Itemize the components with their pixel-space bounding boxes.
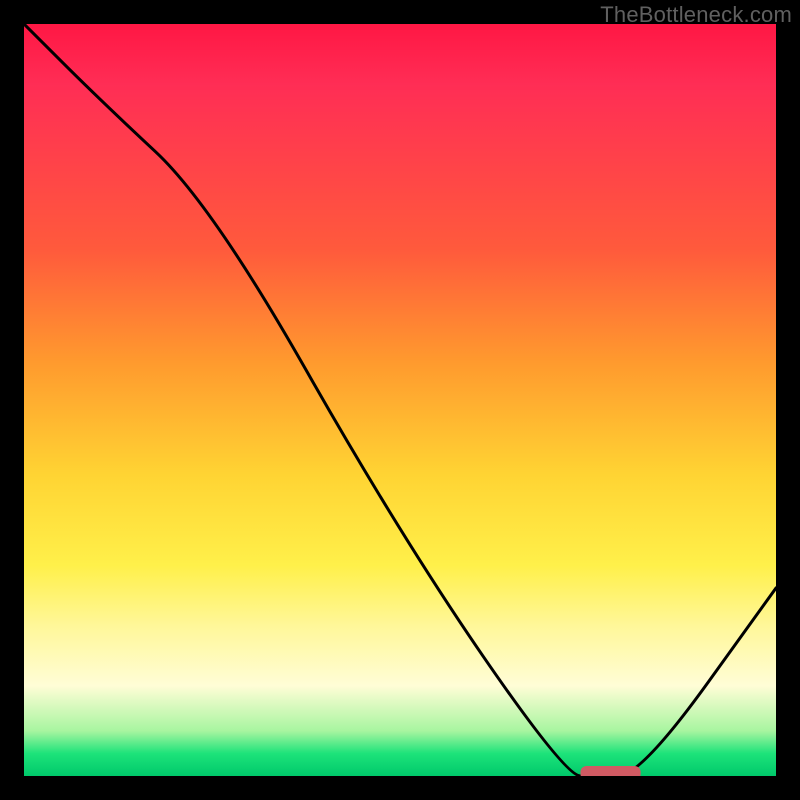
curve-layer [24, 24, 776, 776]
bottleneck-curve [24, 24, 776, 776]
optimum-marker [580, 766, 640, 776]
bottleneck-chart [24, 24, 776, 776]
